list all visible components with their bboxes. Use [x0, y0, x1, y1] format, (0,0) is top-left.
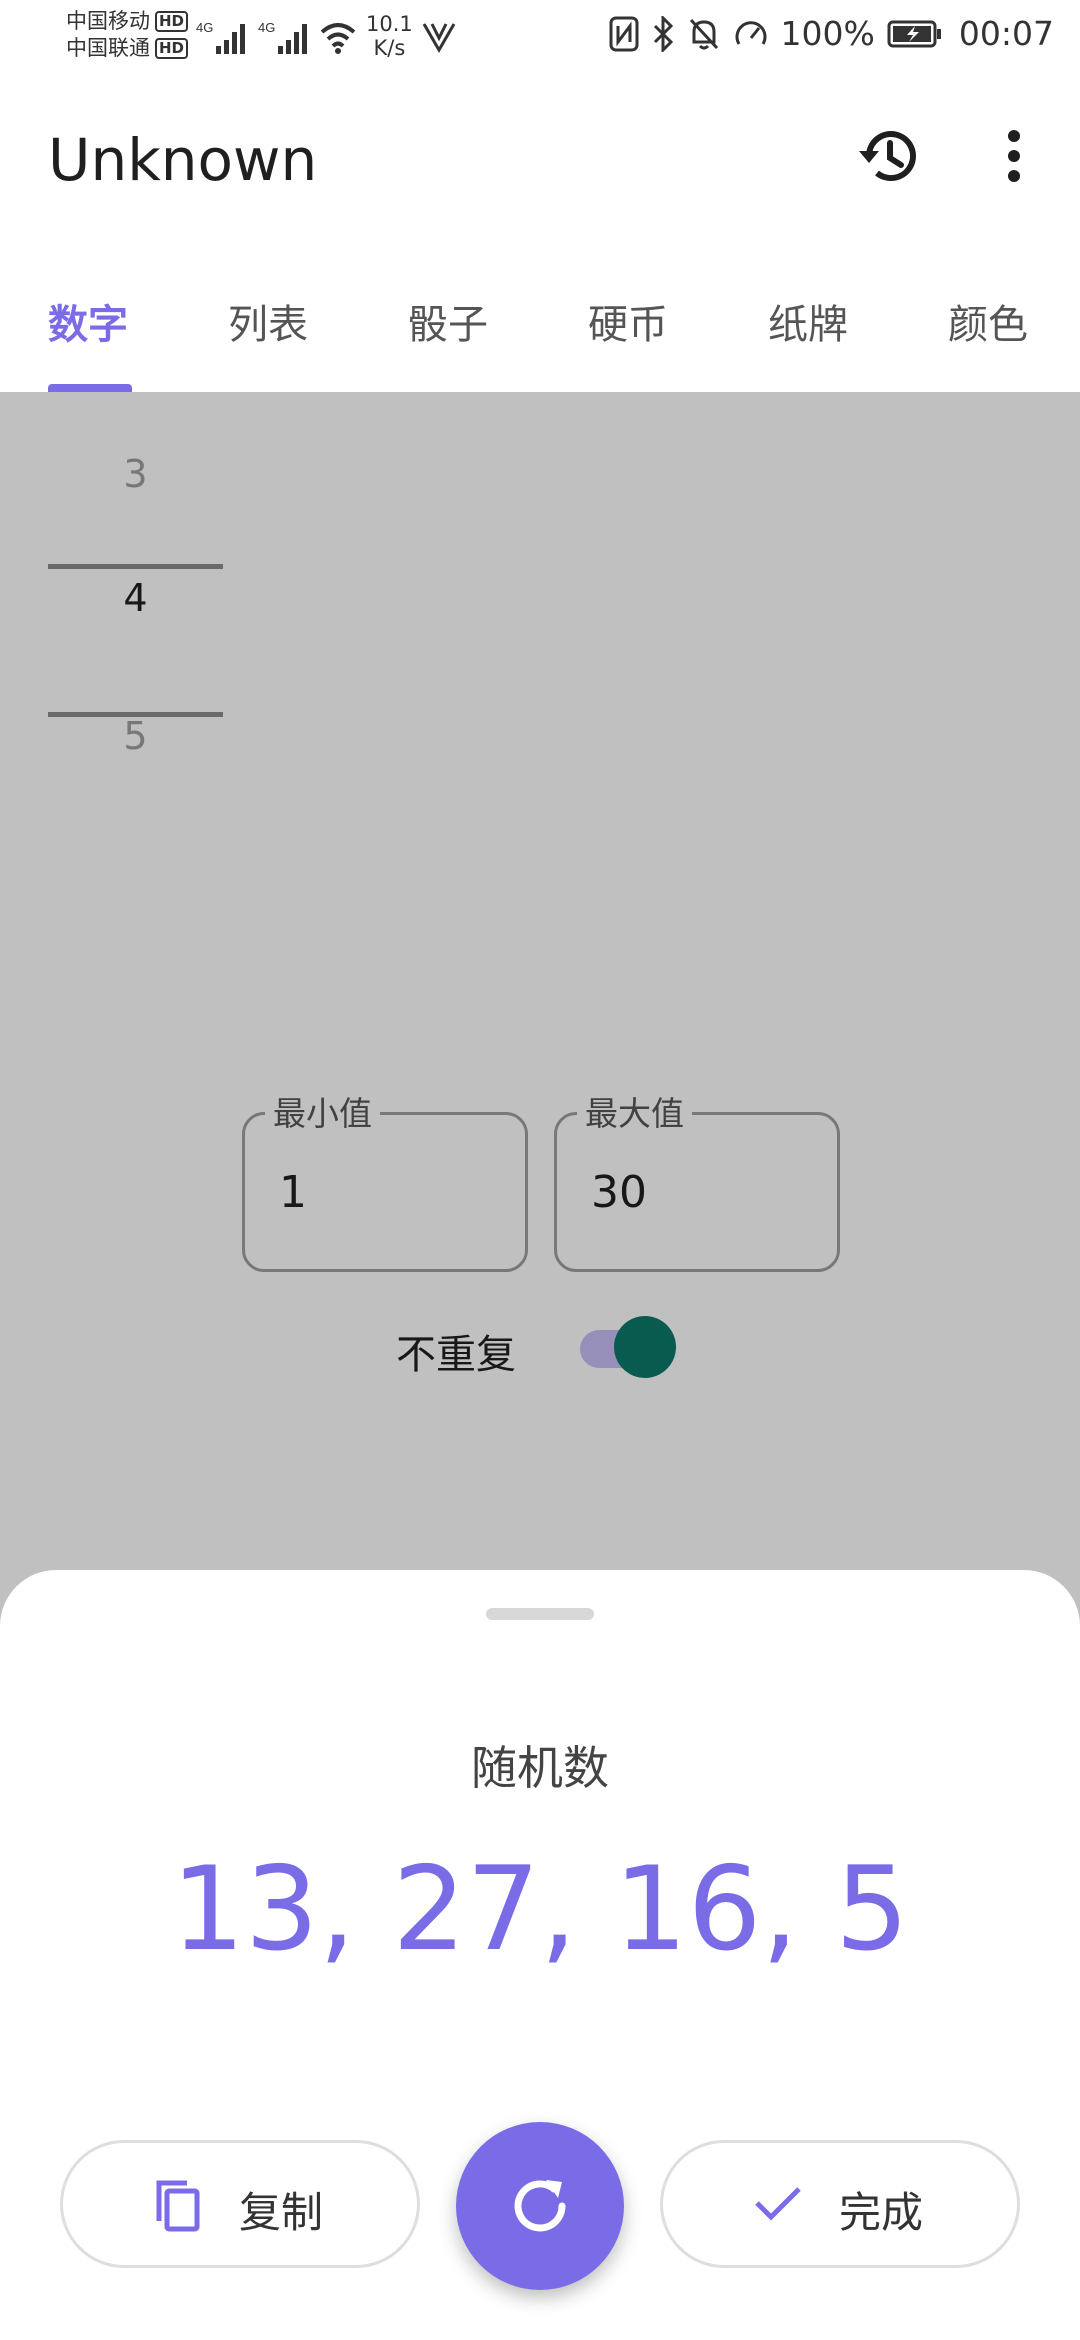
network-type-text: 4G: [258, 20, 275, 35]
copy-icon: [156, 2180, 200, 2232]
tab-cards[interactable]: 纸牌: [768, 292, 848, 350]
speedometer-icon: [735, 20, 766, 45]
check-icon: [755, 2187, 801, 2221]
refresh-icon: [514, 2180, 566, 2232]
vpn-icon: [422, 23, 456, 54]
tab-indicator: [48, 384, 132, 392]
app-title: Unknown: [48, 126, 318, 194]
result-bottom-sheet: 随机数 13, 27, 16, 5 复制 完成: [0, 1570, 1080, 2340]
drag-handle[interactable]: [486, 1608, 594, 1620]
clock: 00:07: [958, 14, 1054, 53]
tab-dice[interactable]: 骰子: [408, 292, 488, 350]
tab-bar: 数字 列表 骰子 硬币 纸牌 颜色: [0, 246, 1080, 392]
status-right: 100% 00:07: [609, 14, 1054, 53]
more-vert-icon: [1008, 130, 1020, 182]
carrier-row-1: 中国移动 HD: [66, 8, 189, 35]
tab-coin[interactable]: 硬币: [588, 292, 668, 350]
speed-value: 10.1: [366, 12, 413, 36]
app-root: 中国移动 HD 中国联通 HD 4G 4G 10.1 K/s 100% 00:0…: [0, 0, 1080, 2340]
hd-badge-1: HD: [155, 11, 189, 32]
copy-button[interactable]: 复制: [60, 2140, 420, 2268]
network-type-text: 4G: [196, 20, 213, 35]
sheet-title: 随机数: [471, 1741, 609, 1795]
carrier-2: 中国联通: [66, 36, 150, 60]
carrier-row-2: 中国联通 HD: [66, 35, 189, 62]
signal-4g-icon-1: 4G: [196, 20, 245, 54]
carrier-1: 中国移动: [66, 9, 150, 33]
tab-list[interactable]: 列表: [228, 292, 308, 350]
battery-percent: 100%: [780, 14, 875, 53]
app-bar: Unknown: [0, 76, 1080, 246]
copy-label: 复制: [239, 2188, 324, 2237]
nfc-icon: [609, 16, 639, 51]
wifi-icon: [320, 23, 356, 54]
speed-unit: K/s: [373, 36, 406, 60]
network-speed: 10.1 K/s: [366, 12, 413, 60]
history-icon: [859, 131, 916, 182]
tab-color[interactable]: 颜色: [948, 292, 1028, 350]
done-button[interactable]: 完成: [660, 2140, 1020, 2268]
bell-off-icon: [689, 18, 718, 49]
more-options-button[interactable]: [984, 116, 1044, 196]
carrier-block: 中国移动 HD 中国联通 HD: [66, 8, 189, 62]
bluetooth-icon: [653, 15, 673, 52]
battery-charging-icon: [887, 20, 941, 47]
tab-number[interactable]: 数字: [48, 292, 128, 350]
done-label: 完成: [839, 2188, 924, 2237]
history-button[interactable]: [848, 116, 928, 196]
hd-badge-2: HD: [155, 38, 189, 59]
signal-4g-icon-2: 4G: [258, 20, 307, 54]
regenerate-button[interactable]: [456, 2122, 624, 2290]
status-bar: 中国移动 HD 中国联通 HD 4G 4G 10.1 K/s 100% 00:0…: [0, 0, 1080, 76]
random-result: 13, 27, 16, 5: [171, 1842, 909, 1977]
